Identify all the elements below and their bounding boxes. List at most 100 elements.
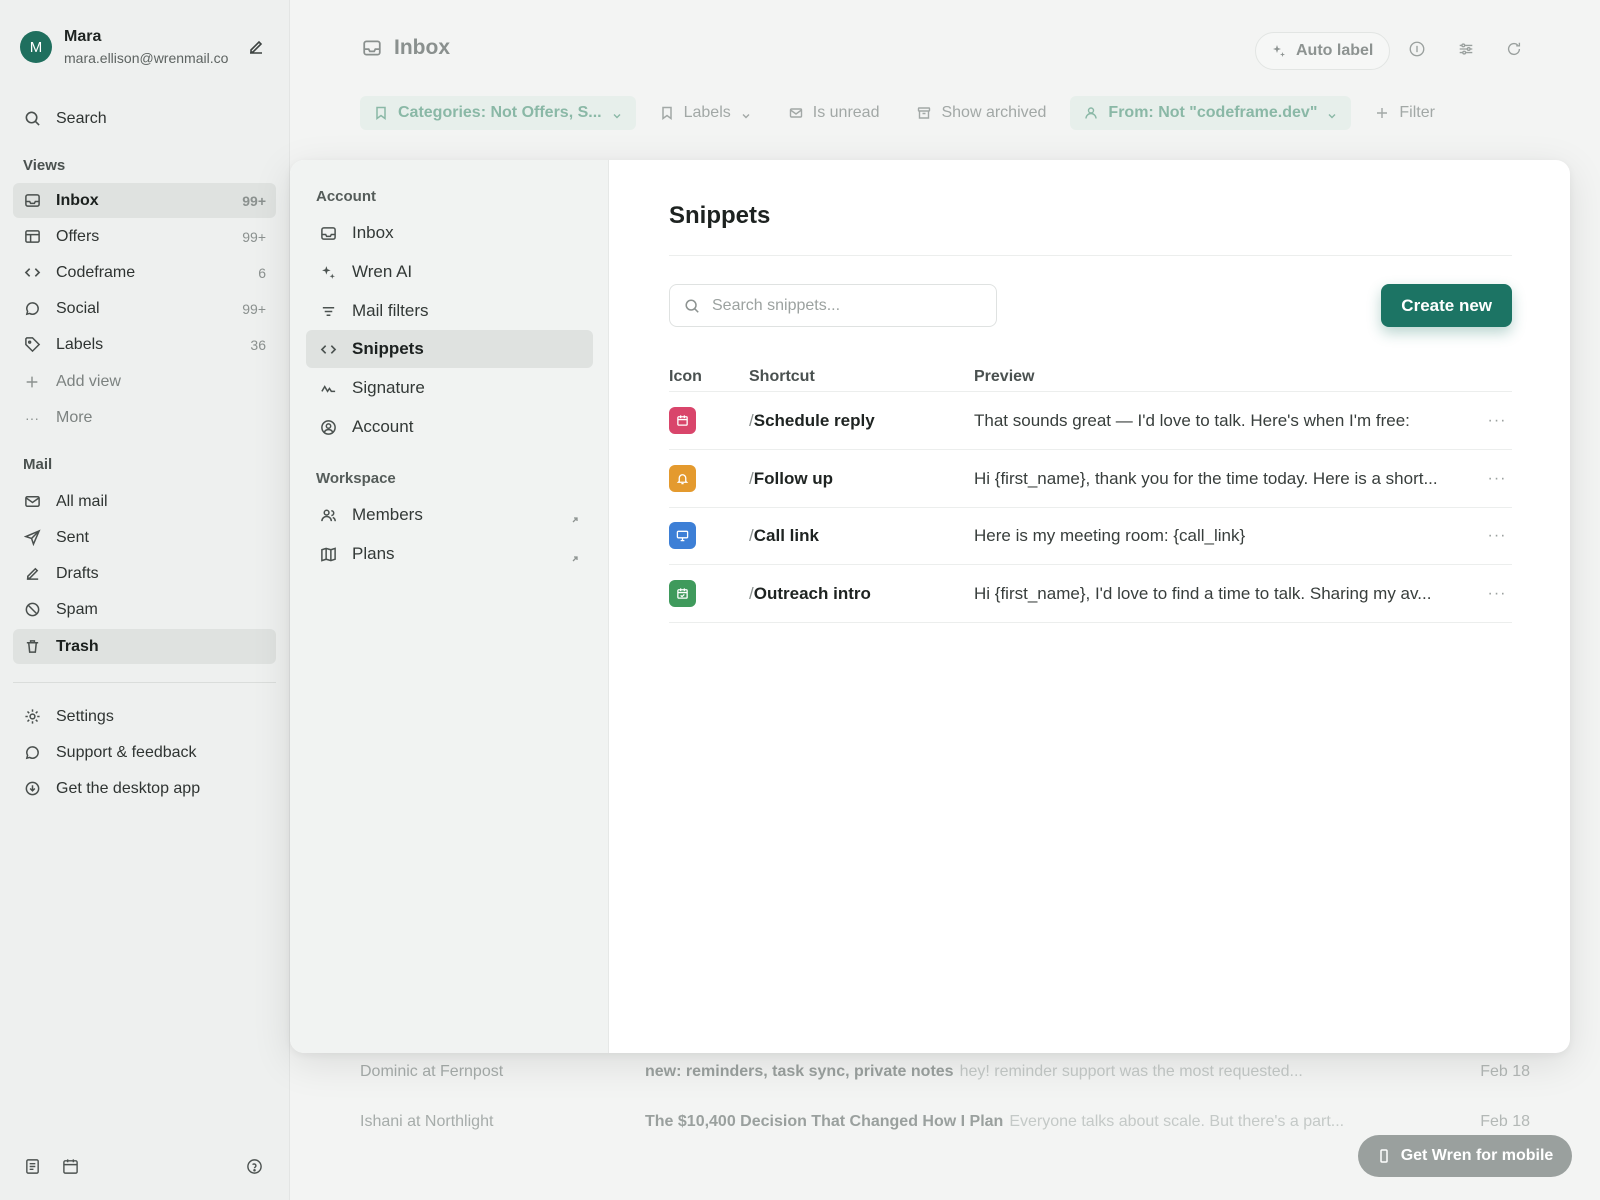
sliders-icon[interactable] xyxy=(1457,40,1477,60)
unread-count: 99+ xyxy=(242,228,266,245)
snippet-row[interactable]: /Schedule reply That sounds great — I'd … xyxy=(669,392,1512,450)
calendar-icon xyxy=(669,407,696,434)
add-filter-label: Filter xyxy=(1399,104,1435,121)
workspace-section-title: Workspace xyxy=(316,470,396,487)
add-view-button[interactable]: Add view xyxy=(13,364,276,399)
settings-link[interactable]: Settings xyxy=(13,699,276,734)
search-label: Search xyxy=(56,109,107,127)
envelope-icon xyxy=(789,106,803,120)
create-snippet-button[interactable]: Create new xyxy=(1381,284,1512,327)
sidebar-divider xyxy=(13,682,276,683)
sidebar-item-labels[interactable]: Labels 36 xyxy=(13,327,276,362)
snippet-row[interactable]: /Follow up Hi {first_name}, thank you fo… xyxy=(669,450,1512,508)
inbox-icon xyxy=(319,224,337,242)
categories-filter-label: Categories: Not Offers, S... xyxy=(398,104,602,121)
more-options-icon[interactable]: ··· xyxy=(1482,585,1512,603)
unread-count: 6 xyxy=(258,264,266,281)
auto-label-button[interactable]: Auto label xyxy=(1255,32,1391,70)
snippet-preview: Hi {first_name}, thank you for the time … xyxy=(974,468,1438,488)
calendar-check-icon xyxy=(669,580,696,607)
gear-icon xyxy=(23,708,41,726)
snippet-shortcut: Schedule reply xyxy=(753,410,875,430)
email-row[interactable]: Ishani at Northlight The $10,400 Decisio… xyxy=(360,1113,1530,1131)
sidebar-item-spam[interactable]: Spam xyxy=(13,592,276,627)
from-filter-chip[interactable]: From: Not "codeframe.dev" xyxy=(1070,96,1352,130)
unread-filter-chip[interactable]: Is unread xyxy=(775,96,894,130)
chat-bubble-icon xyxy=(23,744,41,762)
search-button[interactable]: Search xyxy=(13,101,276,136)
sidebar-item-label: Codeframe xyxy=(56,263,136,281)
settings-nav-mail-filters[interactable]: Mail filters xyxy=(306,292,593,330)
email-row[interactable]: Dominic at Fernpost new: reminders, task… xyxy=(360,1063,1530,1081)
snippet-search-input[interactable]: Search snippets... xyxy=(669,284,997,327)
more-options-icon[interactable]: ··· xyxy=(1482,527,1512,545)
filter-lines-icon xyxy=(319,302,337,320)
more-button[interactable]: ··· More xyxy=(13,400,276,435)
sidebar-item-codeframe[interactable]: Codeframe 6 xyxy=(13,255,276,290)
get-mobile-app-button[interactable]: Get Wren for mobile xyxy=(1358,1135,1572,1177)
column-header-shortcut: Shortcut xyxy=(749,367,815,385)
sidebar-item-all-mail[interactable]: All mail xyxy=(13,484,276,519)
settings-nav-signature[interactable]: Signature xyxy=(306,369,593,407)
compose-icon[interactable] xyxy=(246,37,266,57)
more-options-icon[interactable]: ··· xyxy=(1482,412,1512,430)
desktop-app-label: Get the desktop app xyxy=(56,779,201,797)
snippet-row[interactable]: /Outreach intro Hi {first_name}, I'd lov… xyxy=(669,565,1512,623)
more-label: More xyxy=(56,408,93,426)
email-from: Dominic at Fernpost xyxy=(360,1063,504,1080)
labels-filter-chip[interactable]: Labels xyxy=(646,96,765,130)
support-link[interactable]: Support & feedback xyxy=(13,735,276,770)
email-date: Feb 18 xyxy=(1480,1113,1530,1130)
notes-icon[interactable] xyxy=(24,1158,42,1176)
snippet-row[interactable]: /Call link Here is my meeting room: {cal… xyxy=(669,507,1512,565)
sidebar-item-trash[interactable]: Trash xyxy=(13,629,276,664)
trash-icon xyxy=(23,638,41,656)
user-profile[interactable]: M Mara mara.ellison@wrenmail.co xyxy=(20,28,270,66)
sidebar-item-drafts[interactable]: Drafts xyxy=(13,556,276,591)
sidebar-item-label: Labels xyxy=(56,335,104,353)
settings-nav-members[interactable]: Members xyxy=(306,496,593,534)
get-mobile-app-label: Get Wren for mobile xyxy=(1400,1147,1554,1164)
settings-nav-account[interactable]: Account xyxy=(306,408,593,446)
desktop-app-link[interactable]: Get the desktop app xyxy=(13,771,276,806)
ellipsis-icon: ··· xyxy=(25,409,39,426)
settings-nav-plans[interactable]: Plans xyxy=(306,535,593,573)
more-options-icon[interactable]: ··· xyxy=(1482,470,1512,488)
person-icon xyxy=(1084,106,1098,120)
envelope-icon xyxy=(23,493,41,511)
calendar-icon[interactable] xyxy=(62,1158,80,1176)
chevron-down-icon xyxy=(741,108,751,119)
sidebar-item-label: Spam xyxy=(56,600,98,618)
settings-nav-wren-ai[interactable]: Wren AI xyxy=(306,253,593,291)
account-section-title: Account xyxy=(316,188,376,205)
settings-nav-inbox[interactable]: Inbox xyxy=(306,214,593,252)
archived-filter-chip[interactable]: Show archived xyxy=(903,96,1060,130)
table-icon xyxy=(23,228,41,246)
plus-icon xyxy=(1375,106,1389,120)
sidebar-item-inbox[interactable]: Inbox 99+ xyxy=(13,183,276,218)
user-circle-icon xyxy=(319,418,337,436)
sparkle-icon xyxy=(319,263,337,281)
settings-nav-label: Members xyxy=(352,505,423,524)
settings-nav-snippets[interactable]: Snippets xyxy=(306,330,593,368)
help-icon[interactable] xyxy=(246,1158,264,1176)
phone-icon xyxy=(1377,1149,1391,1163)
email-date: Feb 18 xyxy=(1480,1063,1530,1080)
snippet-shortcut: Outreach intro xyxy=(753,583,871,603)
sidebar-bottom-bar xyxy=(24,1158,264,1176)
page-title-label: Inbox xyxy=(394,36,450,59)
inbox-icon xyxy=(362,38,382,58)
categories-filter-chip[interactable]: Categories: Not Offers, S... xyxy=(360,96,636,130)
map-icon xyxy=(319,545,337,563)
column-header-icon: Icon xyxy=(669,367,702,385)
pencil-icon xyxy=(23,565,41,583)
info-icon[interactable] xyxy=(1408,40,1428,60)
sidebar-item-sent[interactable]: Sent xyxy=(13,520,276,555)
sidebar-item-label: Social xyxy=(56,299,100,317)
sidebar-item-offers[interactable]: Offers 99+ xyxy=(13,219,276,254)
support-label: Support & feedback xyxy=(56,743,197,761)
refresh-icon[interactable] xyxy=(1505,40,1525,60)
settings-nav: Account Inbox Wren AI Mail filters Snipp… xyxy=(290,160,609,1053)
sidebar-item-social[interactable]: Social 99+ xyxy=(13,291,276,326)
add-filter-button[interactable]: Filter xyxy=(1361,96,1449,130)
